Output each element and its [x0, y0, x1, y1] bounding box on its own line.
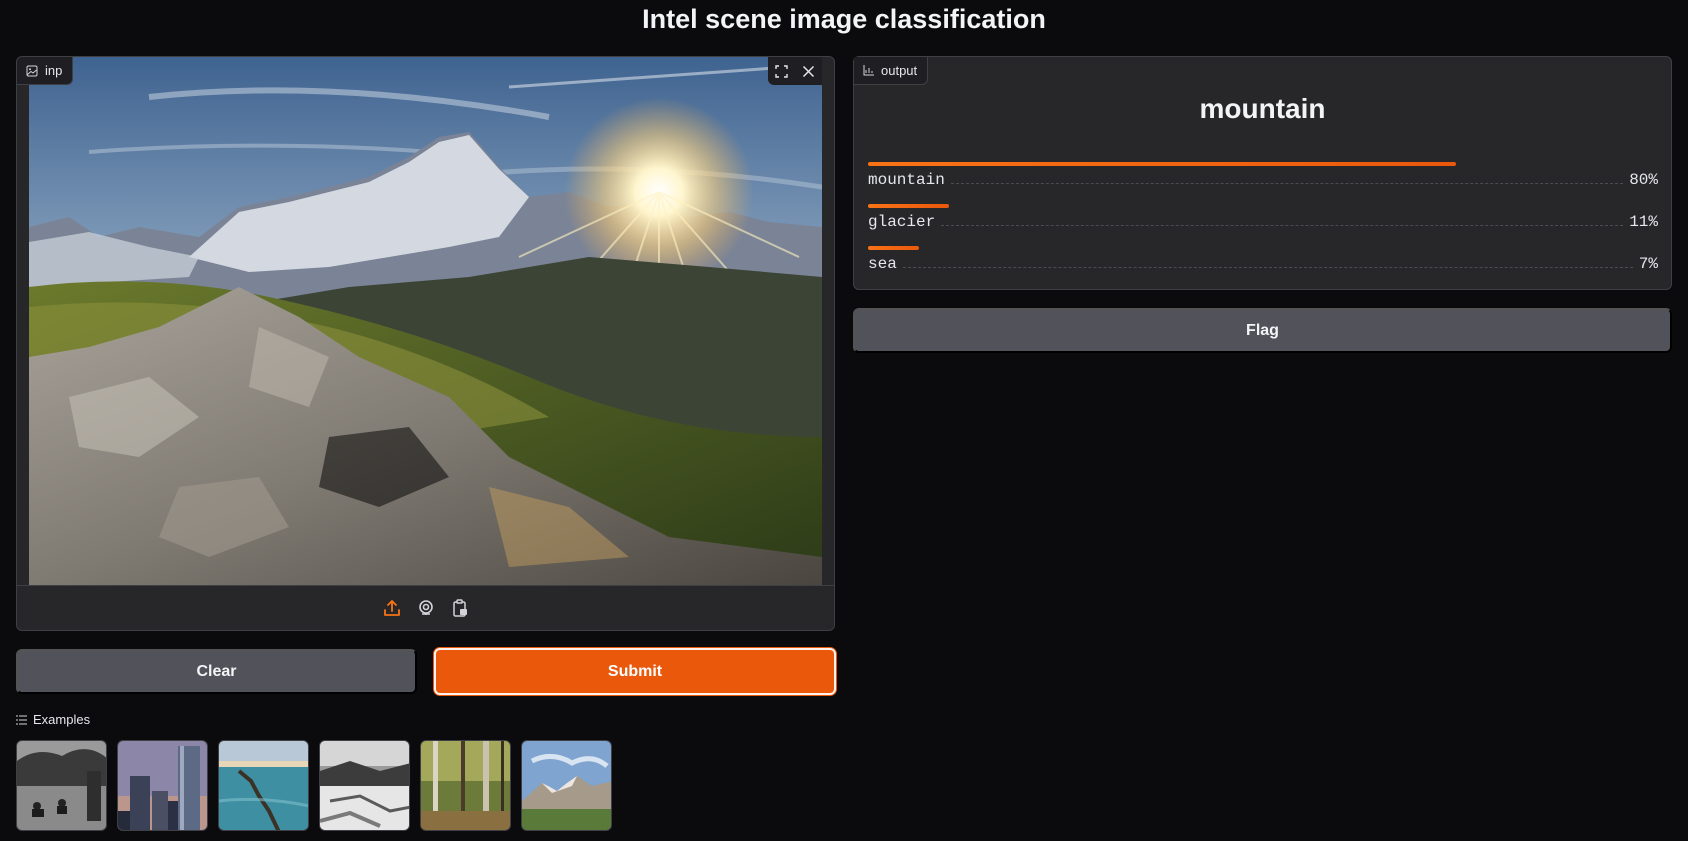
- fullscreen-icon: [775, 64, 788, 78]
- upload-button[interactable]: [381, 597, 403, 619]
- confidence-percent: 11%: [1629, 213, 1658, 231]
- dotted-leader: [950, 183, 1624, 184]
- confidence-item[interactable]: sea 7%: [868, 246, 1658, 288]
- input-block-label: inp: [17, 57, 74, 85]
- flag-button[interactable]: Flag: [853, 308, 1672, 353]
- example-sea[interactable]: [218, 740, 309, 831]
- uploaded-image: [29, 57, 822, 586]
- submit-button[interactable]: Submit: [434, 648, 836, 695]
- confidence-list: mountain 80% glacier 11% sea 7%: [868, 162, 1658, 288]
- label-output-panel: output mountain mountain 80% glacier 11%: [853, 56, 1672, 290]
- examples-label: Examples: [33, 712, 91, 727]
- confidence-bar: [868, 162, 1456, 166]
- confidence-label: mountain: [868, 171, 945, 189]
- predicted-label: mountain: [1199, 93, 1326, 124]
- clear-image-button[interactable]: [795, 57, 822, 85]
- image-input-panel[interactable]: inp: [16, 56, 835, 631]
- input-label: inp: [45, 63, 63, 78]
- dotted-leader: [941, 225, 1624, 226]
- confidence-bar: [868, 204, 949, 208]
- app: Intel scene image classification inp Cle…: [0, 0, 1688, 841]
- output-label: output: [881, 63, 918, 78]
- close-icon: [802, 65, 815, 77]
- example-mountain[interactable]: [521, 740, 612, 831]
- confidence-percent: 80%: [1629, 171, 1658, 189]
- upload-icon: [383, 600, 400, 616]
- output-block-label: output: [854, 57, 929, 85]
- webcam-icon: [418, 600, 433, 615]
- list-icon: [16, 715, 27, 724]
- webcam-button[interactable]: [415, 597, 437, 619]
- examples-header: Examples: [16, 712, 90, 727]
- confidence-percent: 7%: [1638, 255, 1658, 273]
- example-street[interactable]: [16, 740, 107, 831]
- page-title: Intel scene image classification: [642, 4, 1046, 34]
- image-icon: [26, 65, 38, 76]
- example-buildings[interactable]: [117, 740, 208, 831]
- bar-chart-icon: [863, 65, 874, 76]
- clear-button[interactable]: Clear: [16, 649, 417, 694]
- example-glacier[interactable]: [319, 740, 410, 831]
- confidence-label: glacier: [868, 213, 936, 231]
- clipboard-icon: [452, 599, 467, 617]
- examples-gallery: [16, 740, 612, 831]
- dotted-leader: [902, 267, 1633, 268]
- confidence-label: sea: [868, 255, 897, 273]
- confidence-item[interactable]: glacier 11%: [868, 204, 1658, 246]
- fullscreen-button[interactable]: [768, 57, 795, 85]
- confidence-bar: [868, 246, 919, 250]
- image-toolbar: [768, 57, 822, 85]
- clipboard-button[interactable]: [449, 597, 471, 619]
- example-forest[interactable]: [420, 740, 511, 831]
- image-source-bar: [17, 585, 834, 630]
- confidence-item[interactable]: mountain 80%: [868, 162, 1658, 204]
